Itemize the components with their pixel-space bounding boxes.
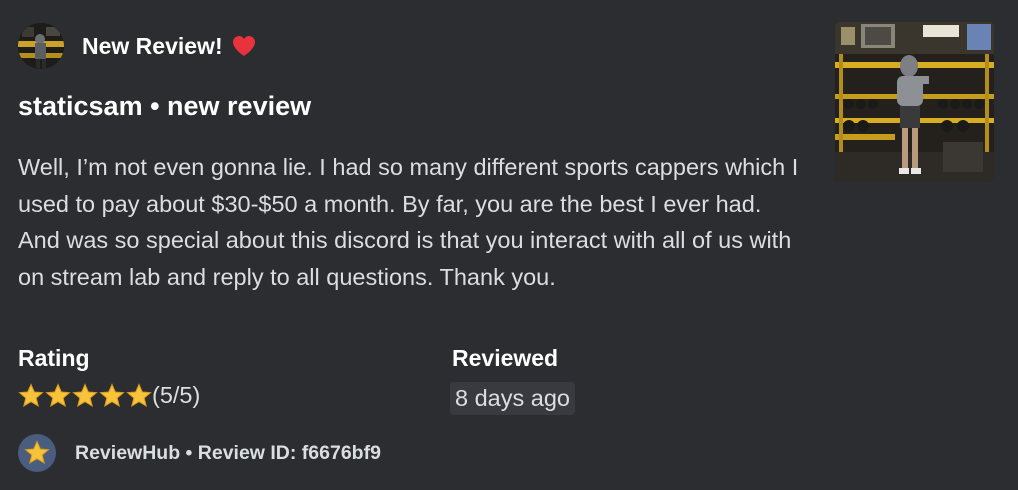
star-icon	[99, 382, 125, 407]
star-icon	[18, 382, 44, 407]
author-avatar[interactable]	[18, 23, 64, 69]
heart-icon	[231, 34, 257, 58]
embed-thumbnail[interactable]	[835, 22, 994, 182]
author-name-text[interactable]: New Review!	[82, 33, 223, 60]
footer-text: ReviewHub • Review ID: f6676bf9	[75, 441, 381, 464]
field-reviewed: Reviewed 8 days ago	[450, 345, 575, 415]
author-name[interactable]: New Review!	[82, 33, 257, 60]
star-icon	[72, 382, 98, 407]
embed-footer: ReviewHub • Review ID: f6676bf9	[18, 434, 381, 472]
field-reviewed-name: Reviewed	[452, 345, 559, 371]
gym-photo-thumbnail-icon	[835, 22, 994, 182]
field-reviewed-value: 8 days ago	[450, 382, 575, 415]
star-icon	[18, 434, 56, 472]
star-icon	[45, 382, 71, 407]
field-rating-name: Rating	[18, 345, 90, 371]
embed-description: Well, I’m not even gonna lie. I had so m…	[18, 154, 799, 290]
field-rating-value: (5/5)	[18, 382, 200, 409]
gym-photo-avatar-icon	[18, 23, 64, 69]
rating-stars	[18, 382, 152, 409]
rating-text: (5/5)	[152, 382, 201, 408]
embed-author: New Review!	[18, 23, 257, 69]
reviewed-timestamp[interactable]: 8 days ago	[450, 382, 575, 415]
star-icon	[126, 382, 152, 407]
review-embed: New Review! staticsam • new review Well,…	[0, 0, 1018, 490]
embed-title: staticsam • new review	[18, 91, 312, 121]
field-rating: Rating (5/5)	[18, 345, 200, 409]
